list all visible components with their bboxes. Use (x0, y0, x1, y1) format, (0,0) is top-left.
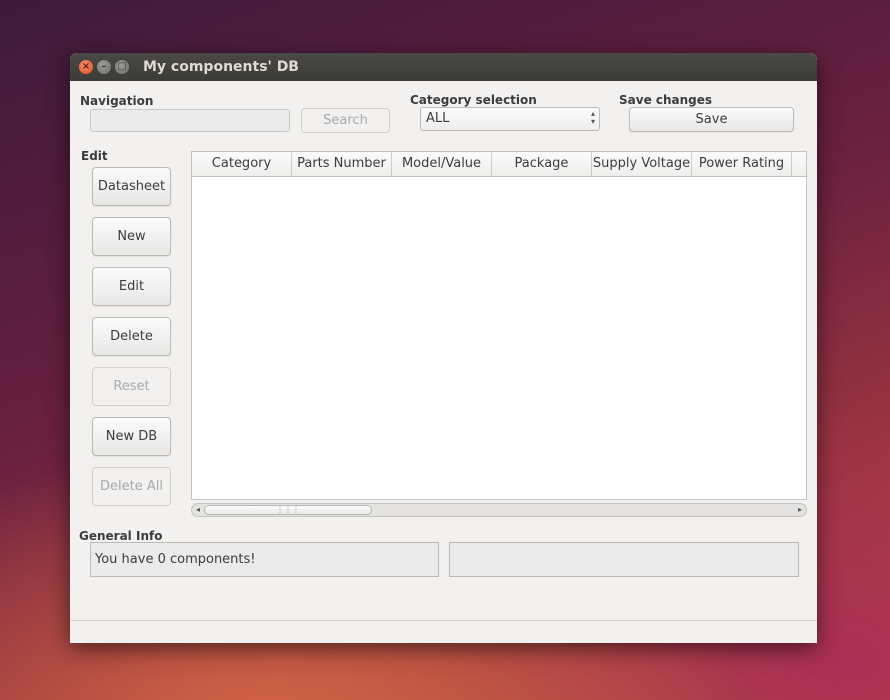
scroll-left-icon[interactable]: ◂ (196, 504, 200, 516)
secondary-info-box (449, 542, 799, 577)
edit-button[interactable]: Edit (92, 267, 171, 306)
bottom-divider (70, 620, 817, 621)
column-header-parts-number[interactable]: Parts Number (292, 152, 392, 176)
updown-arrows-icon: ▴ ▾ (590, 109, 595, 126)
column-header-category[interactable]: Category (192, 152, 292, 176)
scrollbar-thumb[interactable]: ⋮⋮⋮ (204, 505, 372, 515)
delete-button[interactable]: Delete (92, 317, 171, 356)
save-changes-label: Save changes (619, 93, 713, 107)
column-header-package[interactable]: Package (492, 152, 592, 176)
navigation-label: Navigation (80, 94, 154, 108)
new-db-button[interactable]: New DB (92, 417, 171, 456)
search-button[interactable]: Search (301, 108, 390, 133)
components-table[interactable]: Category Parts Number Model/Value Packag… (191, 151, 807, 500)
category-selection-label: Category selection (410, 93, 537, 107)
title-bar: × – □ My components' DB (70, 53, 817, 81)
save-button[interactable]: Save (629, 107, 794, 132)
category-select[interactable]: ALL ▴ ▾ (420, 107, 600, 131)
minimize-icon[interactable]: – (97, 60, 111, 74)
category-select-value: ALL (426, 111, 450, 126)
status-text-box: You have 0 components! (90, 542, 439, 577)
delete-all-button[interactable]: Delete All (92, 467, 171, 506)
maximize-icon[interactable]: □ (115, 60, 129, 74)
window-title: My components' DB (143, 59, 299, 75)
general-info-label: General Info (79, 529, 163, 543)
horizontal-scrollbar[interactable]: ◂ ⋮⋮⋮ ▸ (191, 503, 807, 517)
reset-fields-button[interactable]: Reset Fields (92, 367, 171, 431)
datasheet-button[interactable]: Datasheet (92, 167, 171, 206)
scroll-right-icon[interactable]: ▸ (798, 504, 802, 516)
edit-label: Edit (81, 149, 108, 163)
column-header-power-rating[interactable]: Power Rating (692, 152, 792, 176)
close-icon[interactable]: × (79, 60, 93, 74)
search-input[interactable] (90, 109, 290, 132)
table-header: Category Parts Number Model/Value Packag… (192, 152, 806, 177)
column-header-supply-voltage[interactable]: Supply Voltage (592, 152, 692, 176)
new-button[interactable]: New (92, 217, 171, 256)
main-window: × – □ My components' DB Navigation Searc… (70, 53, 817, 643)
column-header-model-value[interactable]: Model/Value (392, 152, 492, 176)
